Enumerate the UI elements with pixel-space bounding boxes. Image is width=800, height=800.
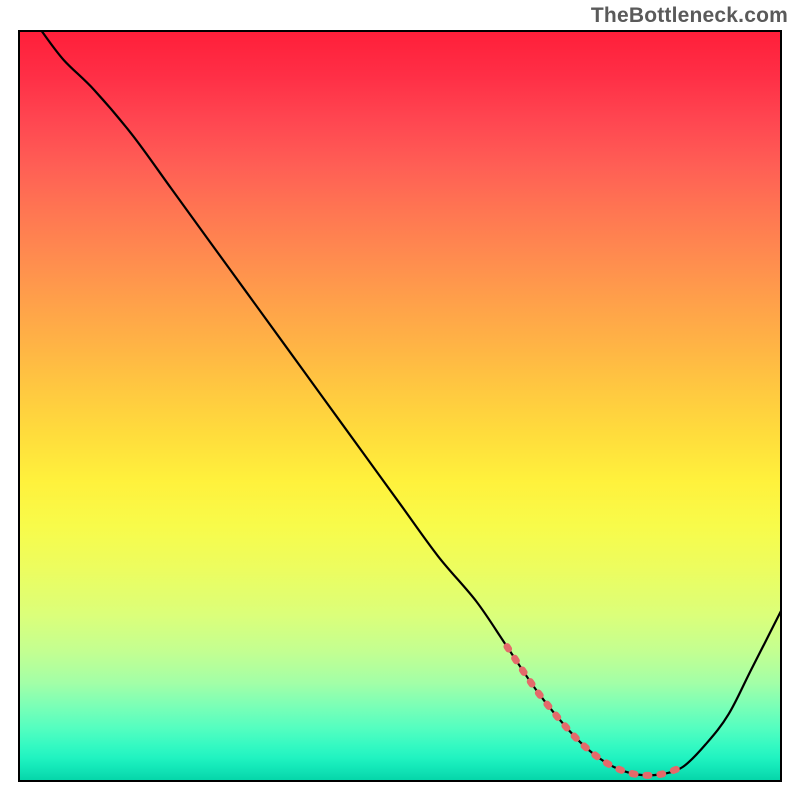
bottleneck-curve [41,30,782,775]
plot-outer [18,30,782,782]
chart-container: TheBottleneck.com [0,0,800,800]
watermark-text: TheBottleneck.com [591,4,788,28]
bottleneck-curve-layer [18,30,782,782]
sweet-spot-highlight [507,647,683,776]
